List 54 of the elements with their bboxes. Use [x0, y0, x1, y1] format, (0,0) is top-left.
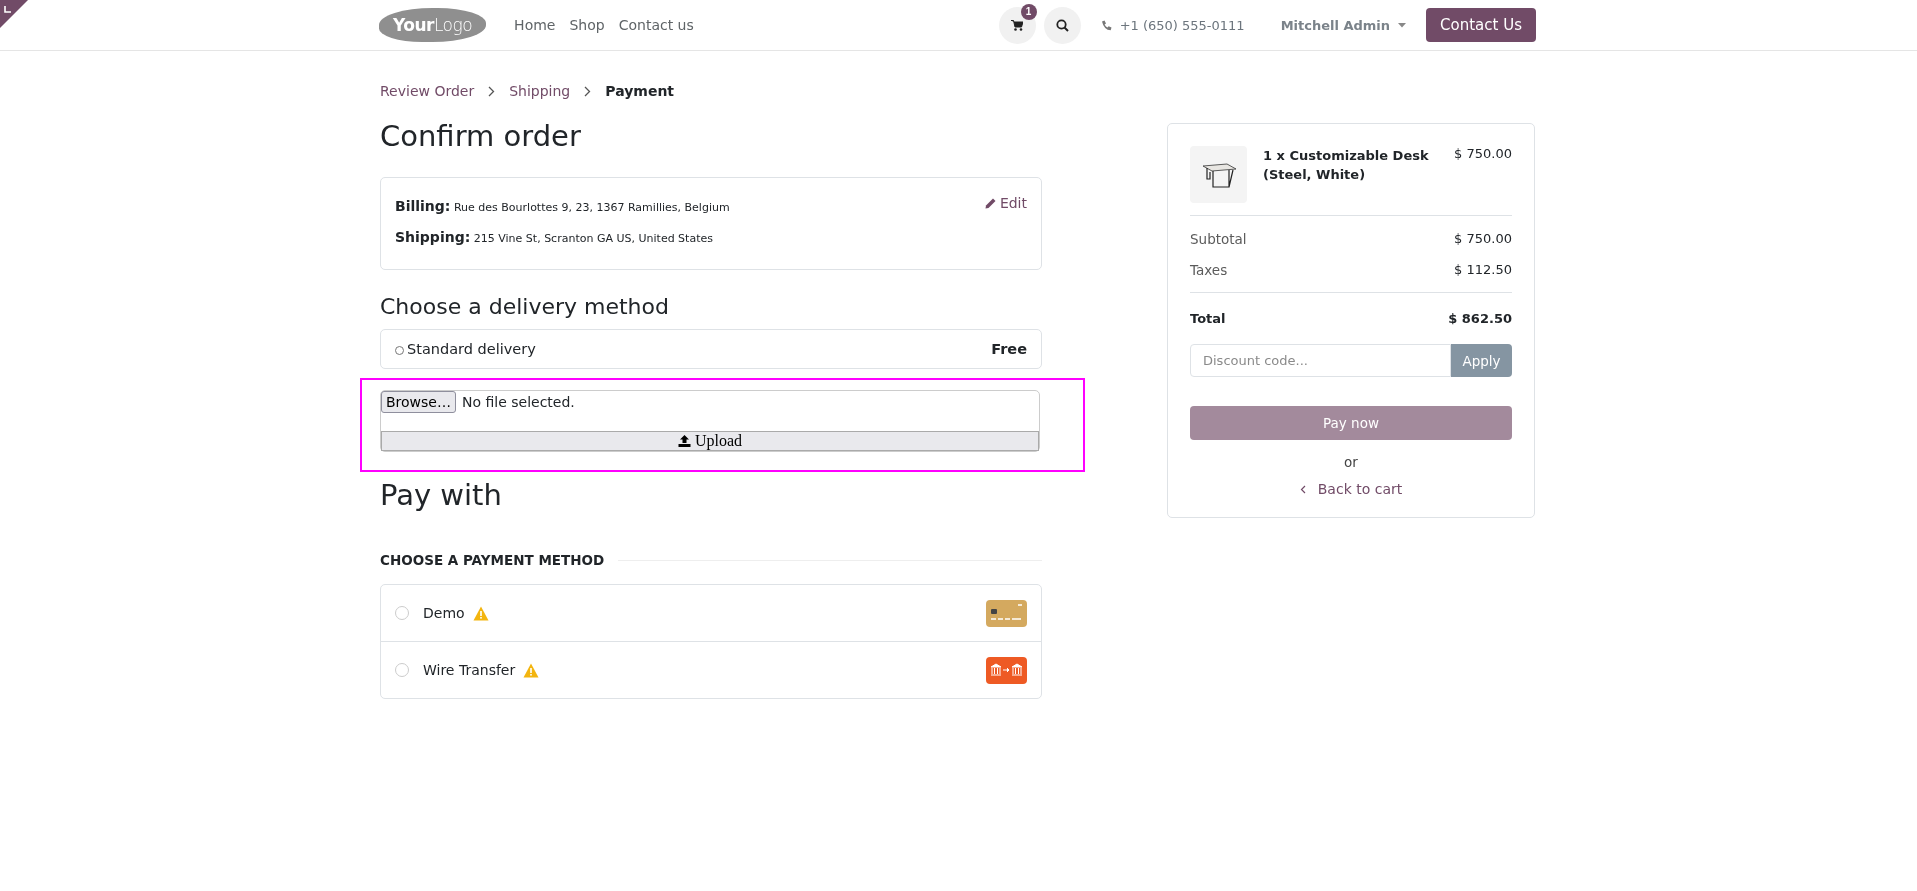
- cart-button[interactable]: 1: [998, 6, 1036, 44]
- delivery-option[interactable]: Standard delivery Free: [380, 329, 1042, 369]
- file-status: No file selected.: [462, 394, 575, 410]
- nav-link[interactable]: Contact us: [618, 17, 694, 33]
- address-line: Billing: Rue des Bourlottes 9, 23, 1367 Ramillies, Belgium: [395, 198, 730, 214]
- nav-link[interactable]: Shop: [569, 17, 605, 33]
- payment-option[interactable]: Wire Transfer: [381, 641, 1041, 698]
- section-title: Pay with: [380, 478, 503, 512]
- payment-label: Demo: [423, 605, 465, 621]
- payment-option[interactable]: Demo: [381, 585, 1041, 641]
- nav-link[interactable]: Home: [514, 17, 556, 33]
- corner-ribbon-icon[interactable]: [0, 0, 28, 28]
- edit-link[interactable]: Edit: [984, 194, 1027, 212]
- radio-button[interactable]: [395, 606, 409, 620]
- back-to-cart-link[interactable]: Back to cart: [1317, 481, 1403, 497]
- caret-icon: [1398, 22, 1407, 28]
- radio-button[interactable]: [395, 663, 409, 677]
- delivery-label: Standard delivery: [395, 341, 536, 357]
- credit-card-icon: [986, 599, 1027, 627]
- summary-label: Subtotal: [1190, 231, 1247, 247]
- total-value: $ 862.50: [1448, 311, 1512, 326]
- bank-transfer-icon: [986, 656, 1027, 684]
- breadcrumb-item[interactable]: Payment: [605, 83, 675, 99]
- summary-value: $ 750.00: [1454, 231, 1512, 247]
- user-menu[interactable]: Mitchell Admin: [1280, 17, 1407, 33]
- cart-icon: [1011, 19, 1024, 31]
- address-line: Shipping: 215 Vine St, Scranton GA US, United States: [395, 229, 714, 245]
- chevron-right-icon: [584, 85, 592, 97]
- chevron-right-icon: [488, 85, 496, 97]
- page-title: Confirm order: [380, 119, 582, 153]
- search-button[interactable]: [1043, 6, 1081, 44]
- chevron-left-icon: [1299, 484, 1306, 494]
- summary-label: Taxes: [1190, 262, 1228, 278]
- cart-count-badge: 1: [1020, 3, 1037, 20]
- upload-icon: [677, 435, 691, 447]
- payment-subheading: CHOOSE A PAYMENT METHOD: [380, 552, 605, 568]
- or-text: or: [1344, 454, 1358, 470]
- breadcrumb-item[interactable]: Review Order: [380, 83, 475, 99]
- product-name: 1 x Customizable Desk (Steel, White): [1263, 147, 1430, 184]
- summary-value: $ 112.50: [1454, 262, 1512, 278]
- pencil-icon: [984, 197, 996, 209]
- payment-label: Wire Transfer: [423, 662, 516, 678]
- contact-us-button[interactable]: Contact Us: [1426, 8, 1536, 42]
- browse-button[interactable]: Browse…: [381, 391, 456, 413]
- product-price: $ 750.00: [1454, 146, 1512, 163]
- upload-button[interactable]: Upload: [381, 431, 1039, 451]
- section-heading: Choose a delivery method: [380, 294, 670, 319]
- total-label: Total: [1190, 311, 1226, 326]
- delivery-price: Free: [991, 341, 1027, 357]
- search-icon: [1055, 18, 1069, 32]
- phone-number: +1 (650) 555-0111: [1119, 17, 1245, 33]
- breadcrumb-item[interactable]: Shipping: [509, 83, 571, 99]
- discount-code-field[interactable]: Discount code...: [1190, 344, 1451, 377]
- phone-icon: [1100, 19, 1112, 31]
